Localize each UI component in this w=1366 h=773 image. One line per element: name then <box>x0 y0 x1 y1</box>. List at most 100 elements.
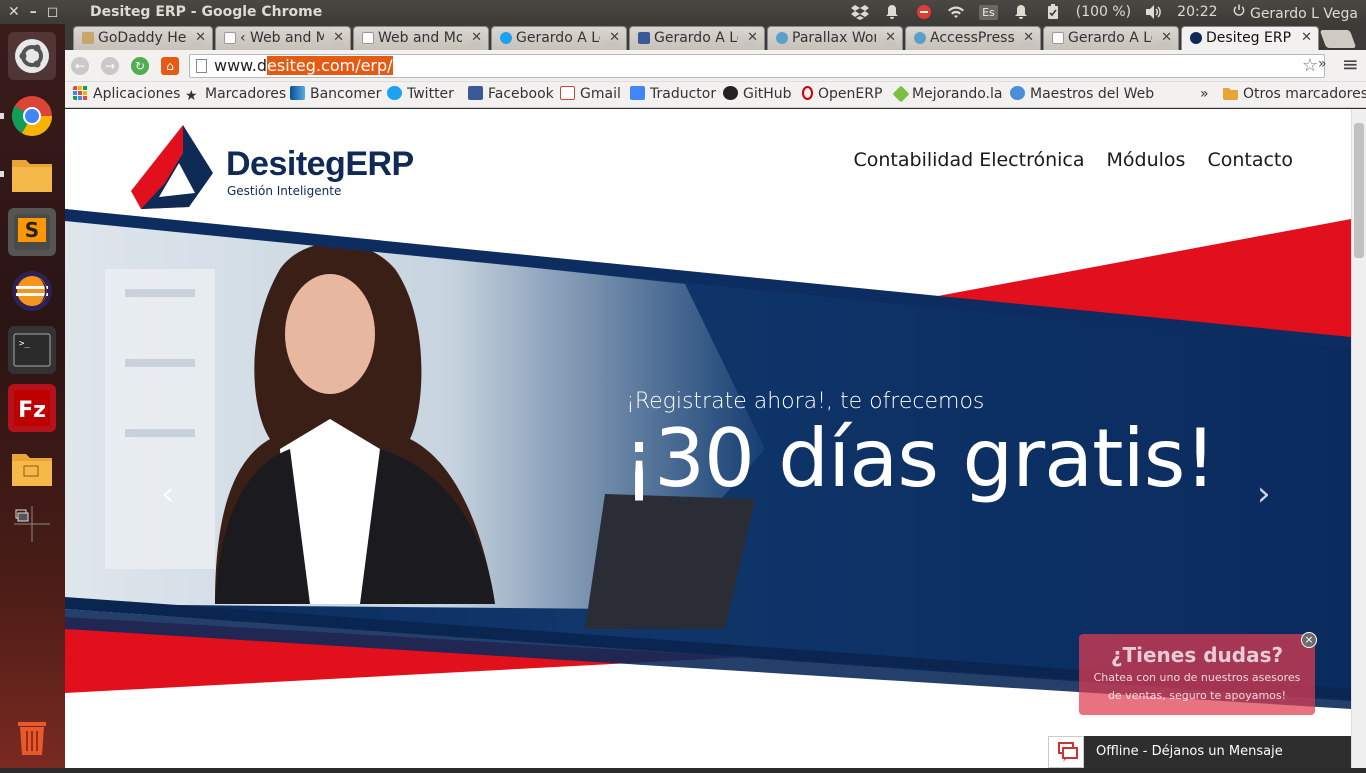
bookmark-apps[interactable]: Aplicaciones <box>73 86 180 102</box>
user-name: Gerardo L Vega <box>1249 6 1358 22</box>
maximize-window-button[interactable]: ◻ <box>47 4 59 20</box>
chat-invite-popup[interactable]: ¿Tienes dudas? Chatea con uno de nuestro… <box>1079 634 1315 715</box>
system-top-bar: ✕ – ◻ Desiteg ERP - Google Chrome Es (10… <box>0 0 1366 24</box>
slider-next-arrow[interactable]: › <box>1257 474 1271 514</box>
translate-icon <box>630 86 645 100</box>
close-window-button[interactable]: ✕ <box>8 4 20 20</box>
address-bar[interactable]: www.desiteg.com/erp/ ☆ <box>189 54 1325 78</box>
browser-toolbar: ← → ↻ ⌂ www.desiteg.com/erp/ ☆ » ≡ <box>65 50 1366 82</box>
folder-icon <box>12 160 52 192</box>
unity-launcher: S >_ Fz <box>0 24 65 768</box>
tab-twitter[interactable]: Gerardo A Lóp ✕ <box>491 26 627 50</box>
running-indicator <box>0 113 4 119</box>
eclipse-launcher-item[interactable] <box>8 267 56 315</box>
reload-button[interactable]: ↻ <box>131 57 149 75</box>
power-icon <box>1233 4 1244 16</box>
chrome-launcher-item[interactable] <box>0 92 56 140</box>
battery-icon[interactable] <box>1044 4 1062 20</box>
bookmark-gmail[interactable]: Gmail <box>560 86 621 102</box>
folder-icon <box>1223 88 1238 100</box>
hero-headline: ¡30 días gratis! <box>623 412 1216 505</box>
tab-web-and-mobile-1[interactable]: ‹ Web and Mo ✕ <box>215 26 351 50</box>
terminal-launcher-item[interactable]: >_ <box>8 326 56 374</box>
messaging-bell-icon[interactable] <box>1012 4 1030 20</box>
chat-popup-close-button[interactable]: × <box>1301 632 1317 648</box>
mejorando-icon <box>892 85 910 103</box>
workspace-switcher[interactable] <box>8 500 56 548</box>
keyboard-layout-indicator[interactable]: Es <box>979 4 998 20</box>
tab-desiteg-erp[interactable]: Desiteg ERP ✕ <box>1181 26 1319 50</box>
slider-prev-arrow[interactable]: ‹ <box>161 474 175 514</box>
tab-label: Gerardo A Lóp <box>516 30 600 46</box>
bookmarks-overflow-button[interactable]: » <box>1200 86 1209 102</box>
svg-text:Fz: Fz <box>18 398 46 423</box>
tab-gerardo[interactable]: Gerardo A Lop ✕ <box>1043 26 1179 50</box>
running-indicator <box>0 171 4 177</box>
tab-facebook[interactable]: Gerardo A Lop ✕ <box>629 26 765 50</box>
nav-modulos[interactable]: Módulos <box>1107 149 1186 171</box>
bookmark-other[interactable]: Otros marcadores <box>1223 86 1366 102</box>
tab-close-icon[interactable]: ✕ <box>1298 30 1312 45</box>
tab-close-icon[interactable]: ✕ <box>882 30 896 45</box>
minimize-window-button[interactable]: – <box>30 4 37 20</box>
bookmark-marcadores[interactable]: ★ Marcadores <box>185 86 286 103</box>
stop-icon[interactable] <box>915 4 933 20</box>
sublime-launcher-item[interactable]: S <box>8 208 56 256</box>
tab-close-icon[interactable]: ✕ <box>744 30 758 45</box>
tab-close-icon[interactable]: ✕ <box>1020 30 1034 45</box>
ubuntu-dash-button[interactable] <box>8 32 56 80</box>
bookmark-maestros-del-web[interactable]: Maestros del Web <box>1010 86 1154 102</box>
system-tray: Es (100 %) 20:22 Gerardo L Vega <box>851 2 1366 22</box>
battery-percent: (100 %) <box>1075 4 1132 20</box>
volume-icon[interactable] <box>1145 4 1163 20</box>
tab-parallax[interactable]: Parallax Word ✕ <box>767 26 903 50</box>
trash-launcher-item[interactable] <box>8 712 56 760</box>
tab-close-icon[interactable]: ✕ <box>468 30 482 45</box>
bookmark-facebook[interactable]: Facebook <box>468 86 554 102</box>
back-button[interactable]: ← <box>71 57 89 75</box>
star-icon: ★ <box>185 88 198 104</box>
new-tab-button[interactable] <box>1319 30 1357 48</box>
bookmark-traductor[interactable]: Traductor <box>630 86 716 102</box>
tab-accesspress[interactable]: AccessPress P ✕ <box>905 26 1041 50</box>
folder-icon <box>12 454 52 486</box>
tab-godaddy[interactable]: GoDaddy Her ✕ <box>73 26 213 50</box>
filezilla-icon: Fz <box>14 390 50 426</box>
tab-label: Desiteg ERP <box>1206 30 1292 46</box>
home-button[interactable]: ⌂ <box>161 57 179 75</box>
page-scrollbar[interactable] <box>1351 109 1366 768</box>
tab-close-icon[interactable]: ✕ <box>192 30 206 45</box>
bookmark-twitter[interactable]: Twitter <box>387 86 454 102</box>
user-menu[interactable]: Gerardo L Vega <box>1232 2 1358 22</box>
forward-button[interactable]: → <box>101 57 119 75</box>
extensions-overflow-button[interactable]: » <box>1318 56 1327 72</box>
browser-tab-strip: GoDaddy Her ✕ ‹ Web and Mo ✕ Web and Mov… <box>65 24 1366 50</box>
maestros-del-web-icon <box>1010 86 1025 100</box>
wifi-icon[interactable] <box>947 4 965 20</box>
tab-web-and-mobile-2[interactable]: Web and Mov ✕ <box>353 26 489 50</box>
bookmark-openerp[interactable]: OpenERP <box>802 86 882 102</box>
wordpress-favicon-icon <box>914 32 926 44</box>
nav-contabilidad-electronica[interactable]: Contabilidad Electrónica <box>853 149 1084 171</box>
dropbox-icon[interactable] <box>851 4 870 20</box>
scrollbar-thumb[interactable] <box>1354 123 1364 258</box>
clock[interactable]: 20:22 <box>1177 4 1217 20</box>
tab-close-icon[interactable]: ✕ <box>606 30 620 45</box>
notification-bell-icon[interactable] <box>883 4 901 20</box>
chat-offline-bar[interactable]: Offline - Déjanos un Mensaje <box>1048 736 1351 768</box>
chrome-menu-button[interactable]: ≡ <box>1342 52 1359 76</box>
tab-label: AccessPress P <box>930 30 1014 46</box>
tab-label: ‹ Web and Mo <box>240 30 324 46</box>
bookmark-mejorando[interactable]: Mejorando.la <box>892 85 1002 103</box>
nav-contacto[interactable]: Contacto <box>1207 149 1293 171</box>
sublime-text-icon: S <box>14 214 50 250</box>
window-title: Desiteg ERP - Google Chrome <box>90 4 323 20</box>
workspace-folder-launcher-item[interactable] <box>8 444 56 492</box>
tab-close-icon[interactable]: ✕ <box>1158 30 1172 45</box>
bookmark-star-icon[interactable]: ☆ <box>1302 55 1318 76</box>
bookmark-bancomer[interactable]: Bancomer <box>290 86 381 102</box>
files-launcher-item[interactable] <box>0 150 56 198</box>
filezilla-launcher-item[interactable]: Fz <box>8 384 56 432</box>
tab-close-icon[interactable]: ✕ <box>330 30 344 45</box>
bookmark-github[interactable]: GitHub <box>723 86 792 102</box>
